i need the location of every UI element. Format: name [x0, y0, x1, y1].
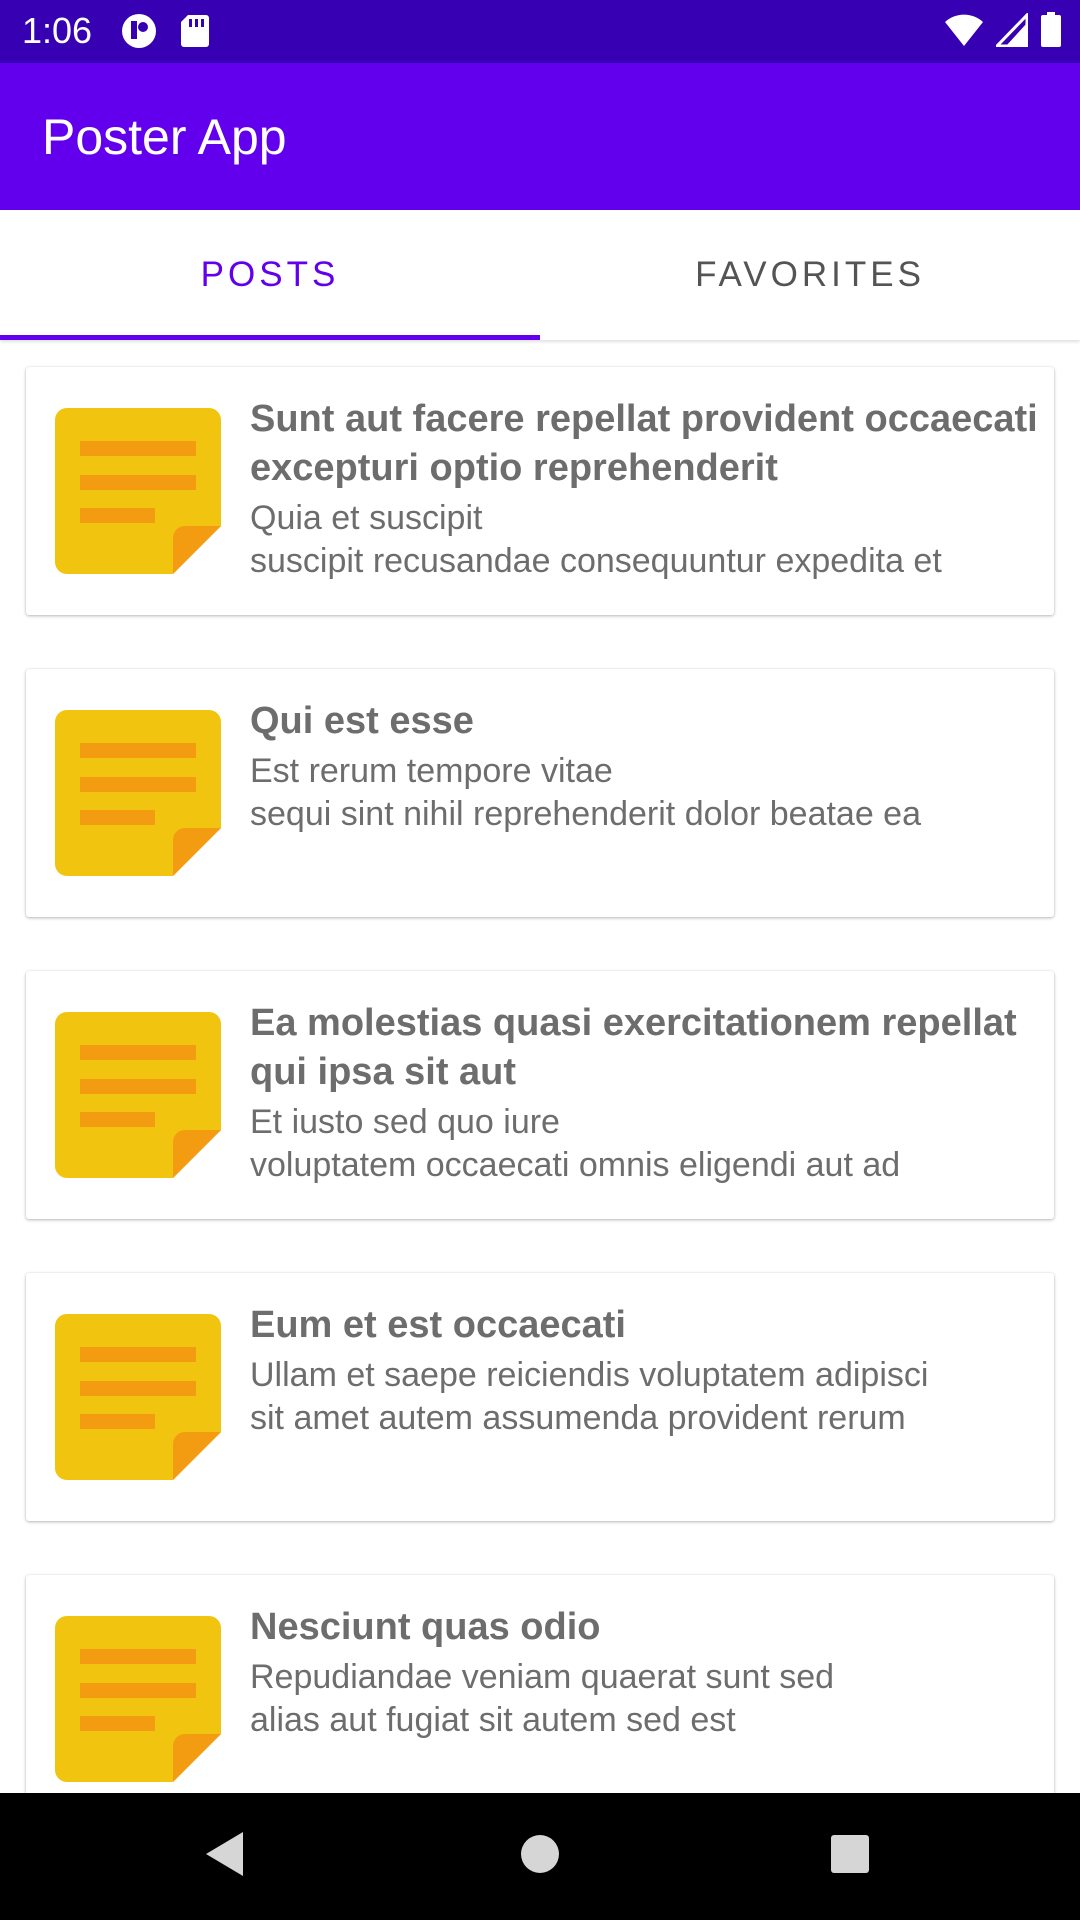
- post-body: Est rerum tempore vitae sequi sint nihil…: [250, 752, 922, 833]
- wifi-icon: [944, 13, 984, 52]
- status-right-icons: [944, 11, 1062, 53]
- home-button[interactable]: [505, 1821, 575, 1891]
- post-list[interactable]: Sunt aut facere repellat provident occae…: [0, 340, 1080, 1793]
- post-title: Sunt aut facere repellat provident occae…: [250, 398, 1038, 489]
- sd-card-icon: [180, 13, 210, 54]
- note-icon: [55, 1314, 221, 1480]
- status-bar: 1:06: [0, 0, 1080, 63]
- post-card[interactable]: Eum et est occaecati Ullam et saepe reic…: [26, 1273, 1054, 1521]
- post-body: Quia et suscipit suscipit recusandae con…: [250, 499, 942, 580]
- post-title: Nesciunt quas odio: [250, 1606, 601, 1648]
- status-time: 1:06: [22, 10, 93, 51]
- note-icon: [55, 1012, 221, 1178]
- navigation-bar: [0, 1793, 1080, 1920]
- post-title: Qui est esse: [250, 700, 474, 742]
- status-left-icons: [120, 12, 210, 55]
- post-title: Eum et est occaecati: [250, 1304, 626, 1346]
- note-icon: [55, 1616, 221, 1782]
- tab-favorites[interactable]: FAVORITES: [540, 210, 1080, 340]
- note-icon: [55, 710, 221, 876]
- tab-bar: POSTS FAVORITES: [0, 210, 1080, 340]
- post-title: Ea molestias quasi exercitationem repell…: [250, 1002, 1017, 1093]
- post-card[interactable]: Nesciunt quas odio Repudiandae veniam qu…: [26, 1575, 1054, 1793]
- post-body: Et iusto sed quo iure voluptatem occaeca…: [250, 1103, 901, 1184]
- post-body: Ullam et saepe reiciendis voluptatem adi…: [250, 1356, 929, 1437]
- app-title: Poster App: [42, 109, 287, 165]
- app-bar: Poster App: [0, 63, 1080, 210]
- post-card[interactable]: Qui est esse Est rerum tempore vitae seq…: [26, 669, 1054, 917]
- back-button[interactable]: [190, 1821, 260, 1891]
- battery-icon: [1040, 12, 1062, 53]
- back-icon: [203, 1830, 247, 1883]
- notification-app-icon: [120, 12, 158, 55]
- post-body: Repudiandae veniam quaerat sunt sed alia…: [250, 1658, 835, 1739]
- recents-icon: [829, 1833, 871, 1880]
- post-card[interactable]: Sunt aut facere repellat provident occae…: [26, 367, 1054, 615]
- tab-posts[interactable]: POSTS: [0, 210, 540, 340]
- recents-button[interactable]: [815, 1821, 885, 1891]
- signal-icon: [993, 11, 1029, 52]
- note-icon: [55, 408, 221, 574]
- home-icon: [519, 1833, 561, 1880]
- post-card[interactable]: Ea molestias quasi exercitationem repell…: [26, 971, 1054, 1219]
